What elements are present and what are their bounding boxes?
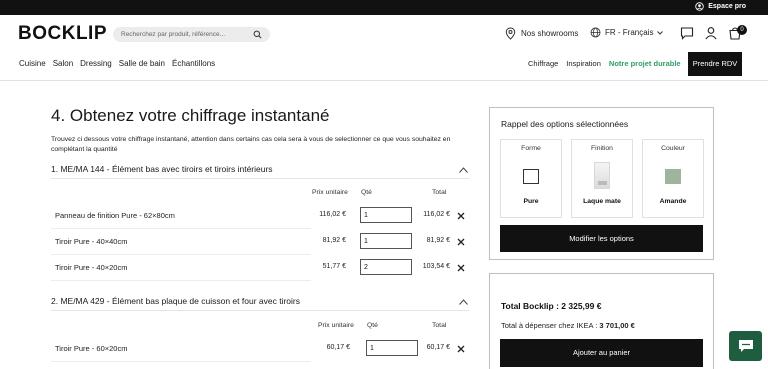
modify-options-button[interactable]: Modifier les options [500, 225, 703, 252]
forme-swatch [523, 169, 539, 184]
top-bar: Espace pro [0, 0, 768, 15]
chat-bubble-icon [739, 340, 753, 352]
nav-item-cuisine[interactable]: Cuisine [19, 59, 46, 68]
table-row-name: Tiroir Pure - 60×20cm [55, 344, 128, 353]
table-row-price: 60,17 € [326, 344, 350, 351]
user-circle-icon [695, 2, 704, 11]
table-row-total: 60,17 € [426, 344, 450, 351]
table-row-total: 116,02 € [423, 211, 450, 218]
globe-icon [590, 27, 601, 38]
row-divider [51, 361, 311, 362]
table-row-total: 81,92 € [426, 237, 450, 244]
prendre-rdv-button[interactable]: Prendre RDV [688, 52, 742, 76]
remove-icon[interactable] [457, 345, 465, 353]
chevron-down-icon [657, 30, 664, 35]
total-bocklip: Total Bocklip : 2 325,99 € [501, 301, 602, 311]
chevron-up-icon[interactable] [459, 299, 468, 305]
search-input[interactable] [121, 29, 251, 40]
remove-icon[interactable] [457, 212, 465, 220]
table-row-name: Tiroir Pure - 40×20cm [55, 263, 128, 272]
nav-item-salle-de-bain[interactable]: Salle de bain [119, 59, 165, 68]
table-row-price: 81,92 € [322, 237, 346, 244]
section-title: 1. ME/MA 144 - Élément bas avec tiroirs … [51, 164, 273, 174]
option-card-couleur: Couleur Amande [642, 139, 704, 218]
option-value: Laque mate [583, 198, 621, 205]
nav-item-dressing[interactable]: Dressing [80, 59, 112, 68]
showrooms-label: Nos showrooms [521, 29, 579, 38]
add-to-cart-button[interactable]: Ajouter au panier [500, 339, 703, 367]
row-divider [51, 228, 311, 229]
finition-swatch [594, 162, 610, 189]
nav-item-salon[interactable]: Salon [53, 59, 73, 68]
table-row-name: Tiroir Pure - 40×40cm [55, 237, 128, 246]
table-row-price: 51,77 € [322, 263, 346, 270]
map-pin-icon [505, 27, 516, 40]
nav-item-chiffrage[interactable]: Chiffrage [528, 59, 558, 68]
row-divider [51, 254, 311, 255]
option-card-forme: Forme Pure [500, 139, 562, 218]
account-icon[interactable] [704, 26, 718, 40]
nav-item-projet-durable[interactable]: Notre projet durable [609, 59, 681, 68]
column-header-qty: Qté [367, 322, 378, 329]
table-row-total: 103,54 € [422, 263, 450, 270]
search-icon[interactable] [253, 30, 262, 39]
section-divider [51, 310, 469, 311]
remove-icon[interactable] [457, 264, 465, 272]
espace-pro-label: Espace pro [708, 3, 746, 10]
language-selector[interactable]: FR - Français [590, 27, 664, 38]
column-header-price: Prix unitaire [318, 322, 354, 329]
column-header-total: Total [432, 189, 447, 196]
option-value: Amande [659, 198, 687, 205]
page-title: 4. Obtenez votre chiffrage instantané [51, 106, 330, 125]
chevron-up-icon[interactable] [459, 167, 468, 173]
header-divider [0, 80, 768, 81]
nav-item-inspiration[interactable]: Inspiration [566, 59, 601, 68]
options-recap-panel: Rappel des options sélectionnées Forme P… [489, 107, 714, 260]
remove-icon[interactable] [457, 238, 465, 246]
column-header-price: Prix unitaire [312, 189, 348, 196]
option-card-finition: Finition Laque mate [571, 139, 633, 218]
nav-item-echantillons[interactable]: Échantillons [172, 59, 215, 68]
couleur-swatch [665, 169, 681, 184]
main-nav: Cuisine Salon Dressing Salle de bain Éch… [19, 59, 215, 68]
section-title: 2. ME/MA 429 - Élément bas plaque de cui… [51, 296, 300, 306]
chat-icon[interactable] [680, 26, 694, 40]
secondary-nav: Chiffrage Inspiration Notre projet durab… [528, 59, 681, 68]
total-ikea-label: Total à dépenser chez IKEA : [501, 321, 600, 330]
column-header-total: Total [432, 322, 447, 329]
cart-count-badge: 0 [737, 25, 747, 35]
section-divider [51, 178, 469, 179]
option-label: Couleur [661, 145, 685, 152]
column-header-qty: Qté [361, 189, 372, 196]
row-divider [51, 280, 311, 281]
chat-widget-button[interactable] [729, 331, 762, 361]
option-value: Pure [523, 198, 539, 205]
language-label: FR - Français [605, 28, 654, 37]
options-panel-title: Rappel des options sélectionnées [501, 119, 629, 129]
table-row-name: Panneau de finition Pure - 62×80cm [55, 211, 175, 220]
intro-text: Trouvez ci dessous votre chiffrage insta… [51, 136, 451, 153]
total-ikea: Total à dépenser chez IKEA : 3 701,00 € [501, 321, 635, 330]
option-label: Forme [521, 145, 541, 152]
showrooms-link[interactable]: Nos showrooms [505, 27, 578, 40]
espace-pro-link[interactable]: Espace pro [695, 2, 746, 11]
option-label: Finition [591, 145, 613, 152]
brand-logo[interactable]: BOCKLIP [18, 23, 107, 45]
search-bar [113, 27, 270, 42]
total-ikea-value: 3 701,00 € [599, 321, 635, 330]
table-row-price: 116,02 € [319, 211, 346, 218]
total-panel: Total Bocklip : 2 325,99 € Total à dépen… [489, 273, 714, 369]
